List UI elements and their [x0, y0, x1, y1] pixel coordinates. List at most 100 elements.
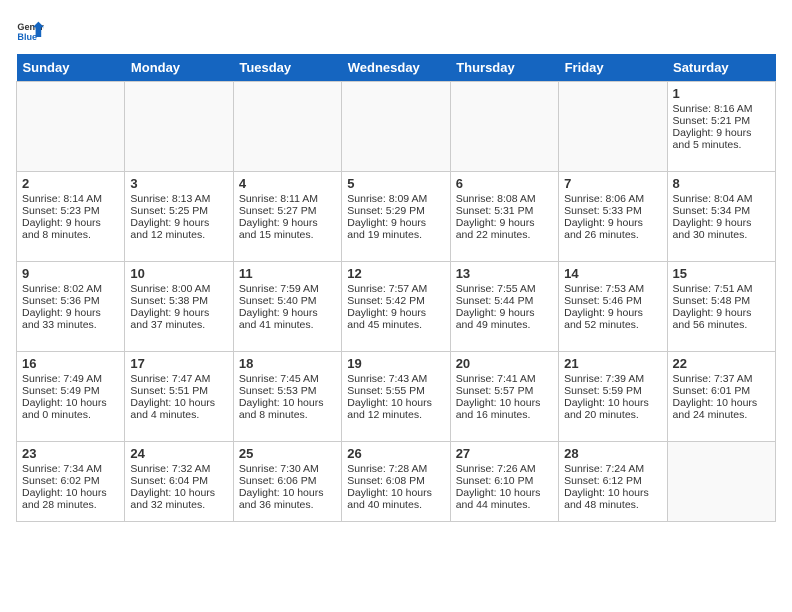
calendar-cell: 20Sunrise: 7:41 AMSunset: 5:57 PMDayligh… [450, 352, 558, 442]
calendar-cell: 16Sunrise: 7:49 AMSunset: 5:49 PMDayligh… [17, 352, 125, 442]
day-number: 16 [22, 356, 119, 371]
day-info: Sunset: 5:55 PM [347, 385, 444, 397]
calendar-cell: 21Sunrise: 7:39 AMSunset: 5:59 PMDayligh… [559, 352, 667, 442]
calendar-cell [450, 82, 558, 172]
day-number: 3 [130, 176, 227, 191]
day-info: Sunrise: 7:28 AM [347, 463, 444, 475]
day-info: Daylight: 10 hours and 24 minutes. [673, 397, 770, 421]
day-number: 11 [239, 266, 336, 281]
weekday-header-friday: Friday [559, 54, 667, 82]
weekday-header-thursday: Thursday [450, 54, 558, 82]
day-info: Daylight: 9 hours and 41 minutes. [239, 307, 336, 331]
day-info: Sunrise: 8:13 AM [130, 193, 227, 205]
day-info: Sunrise: 7:51 AM [673, 283, 770, 295]
day-info: Sunset: 5:57 PM [456, 385, 553, 397]
day-info: Daylight: 9 hours and 30 minutes. [673, 217, 770, 241]
day-info: Daylight: 10 hours and 4 minutes. [130, 397, 227, 421]
day-info: Sunrise: 8:09 AM [347, 193, 444, 205]
day-number: 6 [456, 176, 553, 191]
day-info: Daylight: 10 hours and 16 minutes. [456, 397, 553, 421]
day-number: 9 [22, 266, 119, 281]
day-info: Daylight: 10 hours and 28 minutes. [22, 487, 119, 511]
week-row-5: 23Sunrise: 7:34 AMSunset: 6:02 PMDayligh… [17, 442, 776, 522]
calendar-table: SundayMondayTuesdayWednesdayThursdayFrid… [16, 54, 776, 522]
day-info: Daylight: 10 hours and 36 minutes. [239, 487, 336, 511]
day-info: Sunrise: 7:59 AM [239, 283, 336, 295]
calendar-cell: 7Sunrise: 8:06 AMSunset: 5:33 PMDaylight… [559, 172, 667, 262]
day-info: Sunset: 6:10 PM [456, 475, 553, 487]
calendar-cell: 1Sunrise: 8:16 AMSunset: 5:21 PMDaylight… [667, 82, 775, 172]
day-info: Sunrise: 7:41 AM [456, 373, 553, 385]
day-info: Sunset: 6:08 PM [347, 475, 444, 487]
day-info: Sunset: 5:53 PM [239, 385, 336, 397]
calendar-cell: 25Sunrise: 7:30 AMSunset: 6:06 PMDayligh… [233, 442, 341, 522]
day-info: Sunrise: 7:53 AM [564, 283, 661, 295]
day-info: Sunset: 5:34 PM [673, 205, 770, 217]
day-info: Sunrise: 7:57 AM [347, 283, 444, 295]
day-number: 19 [347, 356, 444, 371]
calendar-cell: 17Sunrise: 7:47 AMSunset: 5:51 PMDayligh… [125, 352, 233, 442]
day-info: Sunset: 5:21 PM [673, 115, 770, 127]
day-info: Sunset: 5:42 PM [347, 295, 444, 307]
day-info: Sunset: 5:23 PM [22, 205, 119, 217]
calendar-cell: 27Sunrise: 7:26 AMSunset: 6:10 PMDayligh… [450, 442, 558, 522]
day-info: Daylight: 10 hours and 0 minutes. [22, 397, 119, 421]
day-info: Sunrise: 8:16 AM [673, 103, 770, 115]
day-info: Sunset: 6:12 PM [564, 475, 661, 487]
calendar-cell: 12 Sunrise: 7:57 AMSunset: 5:42 PMDayligh… [342, 262, 450, 352]
day-info: Sunrise: 7:43 AM [347, 373, 444, 385]
day-info: Sunset: 6:02 PM [22, 475, 119, 487]
day-info: Sunrise: 8:02 AM [22, 283, 119, 295]
day-info: Sunrise: 8:11 AM [239, 193, 336, 205]
calendar-cell [559, 82, 667, 172]
day-info: Sunrise: 7:39 AM [564, 373, 661, 385]
day-info: Daylight: 10 hours and 48 minutes. [564, 487, 661, 511]
day-number: 13 [456, 266, 553, 281]
day-info: Sunrise: 7:47 AM [130, 373, 227, 385]
day-number: 25 [239, 446, 336, 461]
calendar-cell: 14Sunrise: 7:53 AMSunset: 5:46 PMDayligh… [559, 262, 667, 352]
day-info: Sunset: 5:36 PM [22, 295, 119, 307]
svg-text:Blue: Blue [17, 32, 37, 42]
day-info: Sunrise: 7:30 AM [239, 463, 336, 475]
weekday-header-tuesday: Tuesday [233, 54, 341, 82]
day-info: Daylight: 9 hours and 22 minutes. [456, 217, 553, 241]
day-info: Sunset: 6:01 PM [673, 385, 770, 397]
day-info: Sunset: 5:33 PM [564, 205, 661, 217]
day-info: Sunset: 5:49 PM [22, 385, 119, 397]
day-info: Sunset: 5:59 PM [564, 385, 661, 397]
day-info: Daylight: 9 hours and 15 minutes. [239, 217, 336, 241]
week-row-2: 2Sunrise: 8:14 AMSunset: 5:23 PMDaylight… [17, 172, 776, 262]
weekday-header-saturday: Saturday [667, 54, 775, 82]
day-number: 26 [347, 446, 444, 461]
day-info: Daylight: 10 hours and 44 minutes. [456, 487, 553, 511]
day-number: 8 [673, 176, 770, 191]
day-info: Daylight: 10 hours and 32 minutes. [130, 487, 227, 511]
day-number: 17 [130, 356, 227, 371]
day-info: Sunset: 5:29 PM [347, 205, 444, 217]
calendar-cell: 23Sunrise: 7:34 AMSunset: 6:02 PMDayligh… [17, 442, 125, 522]
day-info: Daylight: 9 hours and 5 minutes. [673, 127, 770, 151]
day-number: 10 [130, 266, 227, 281]
day-info: Daylight: 9 hours and 45 minutes. [347, 307, 444, 331]
day-info: Daylight: 9 hours and 49 minutes. [456, 307, 553, 331]
calendar-cell: 26Sunrise: 7:28 AMSunset: 6:08 PMDayligh… [342, 442, 450, 522]
day-info: Sunrise: 8:00 AM [130, 283, 227, 295]
calendar-cell: 18Sunrise: 7:45 AMSunset: 5:53 PMDayligh… [233, 352, 341, 442]
day-number: 12 [347, 266, 444, 281]
day-info: Sunset: 5:27 PM [239, 205, 336, 217]
day-info: Sunset: 5:25 PM [130, 205, 227, 217]
calendar-cell: 28Sunrise: 7:24 AMSunset: 6:12 PMDayligh… [559, 442, 667, 522]
day-info: Sunset: 5:40 PM [239, 295, 336, 307]
logo: General Blue [16, 16, 48, 44]
calendar-cell [125, 82, 233, 172]
week-row-3: 9 Sunrise: 8:02 AMSunset: 5:36 PM Daylight… [17, 262, 776, 352]
day-info: Sunrise: 8:04 AM [673, 193, 770, 205]
day-info: Daylight: 9 hours and 56 minutes. [673, 307, 770, 331]
day-number: 2 [22, 176, 119, 191]
day-number: 7 [564, 176, 661, 191]
day-info: Sunset: 5:38 PM [130, 295, 227, 307]
day-info: Sunrise: 7:45 AM [239, 373, 336, 385]
calendar-cell [17, 82, 125, 172]
calendar-cell: 10Sunrise: 8:00 AMSunset: 5:38 PMDayligh… [125, 262, 233, 352]
